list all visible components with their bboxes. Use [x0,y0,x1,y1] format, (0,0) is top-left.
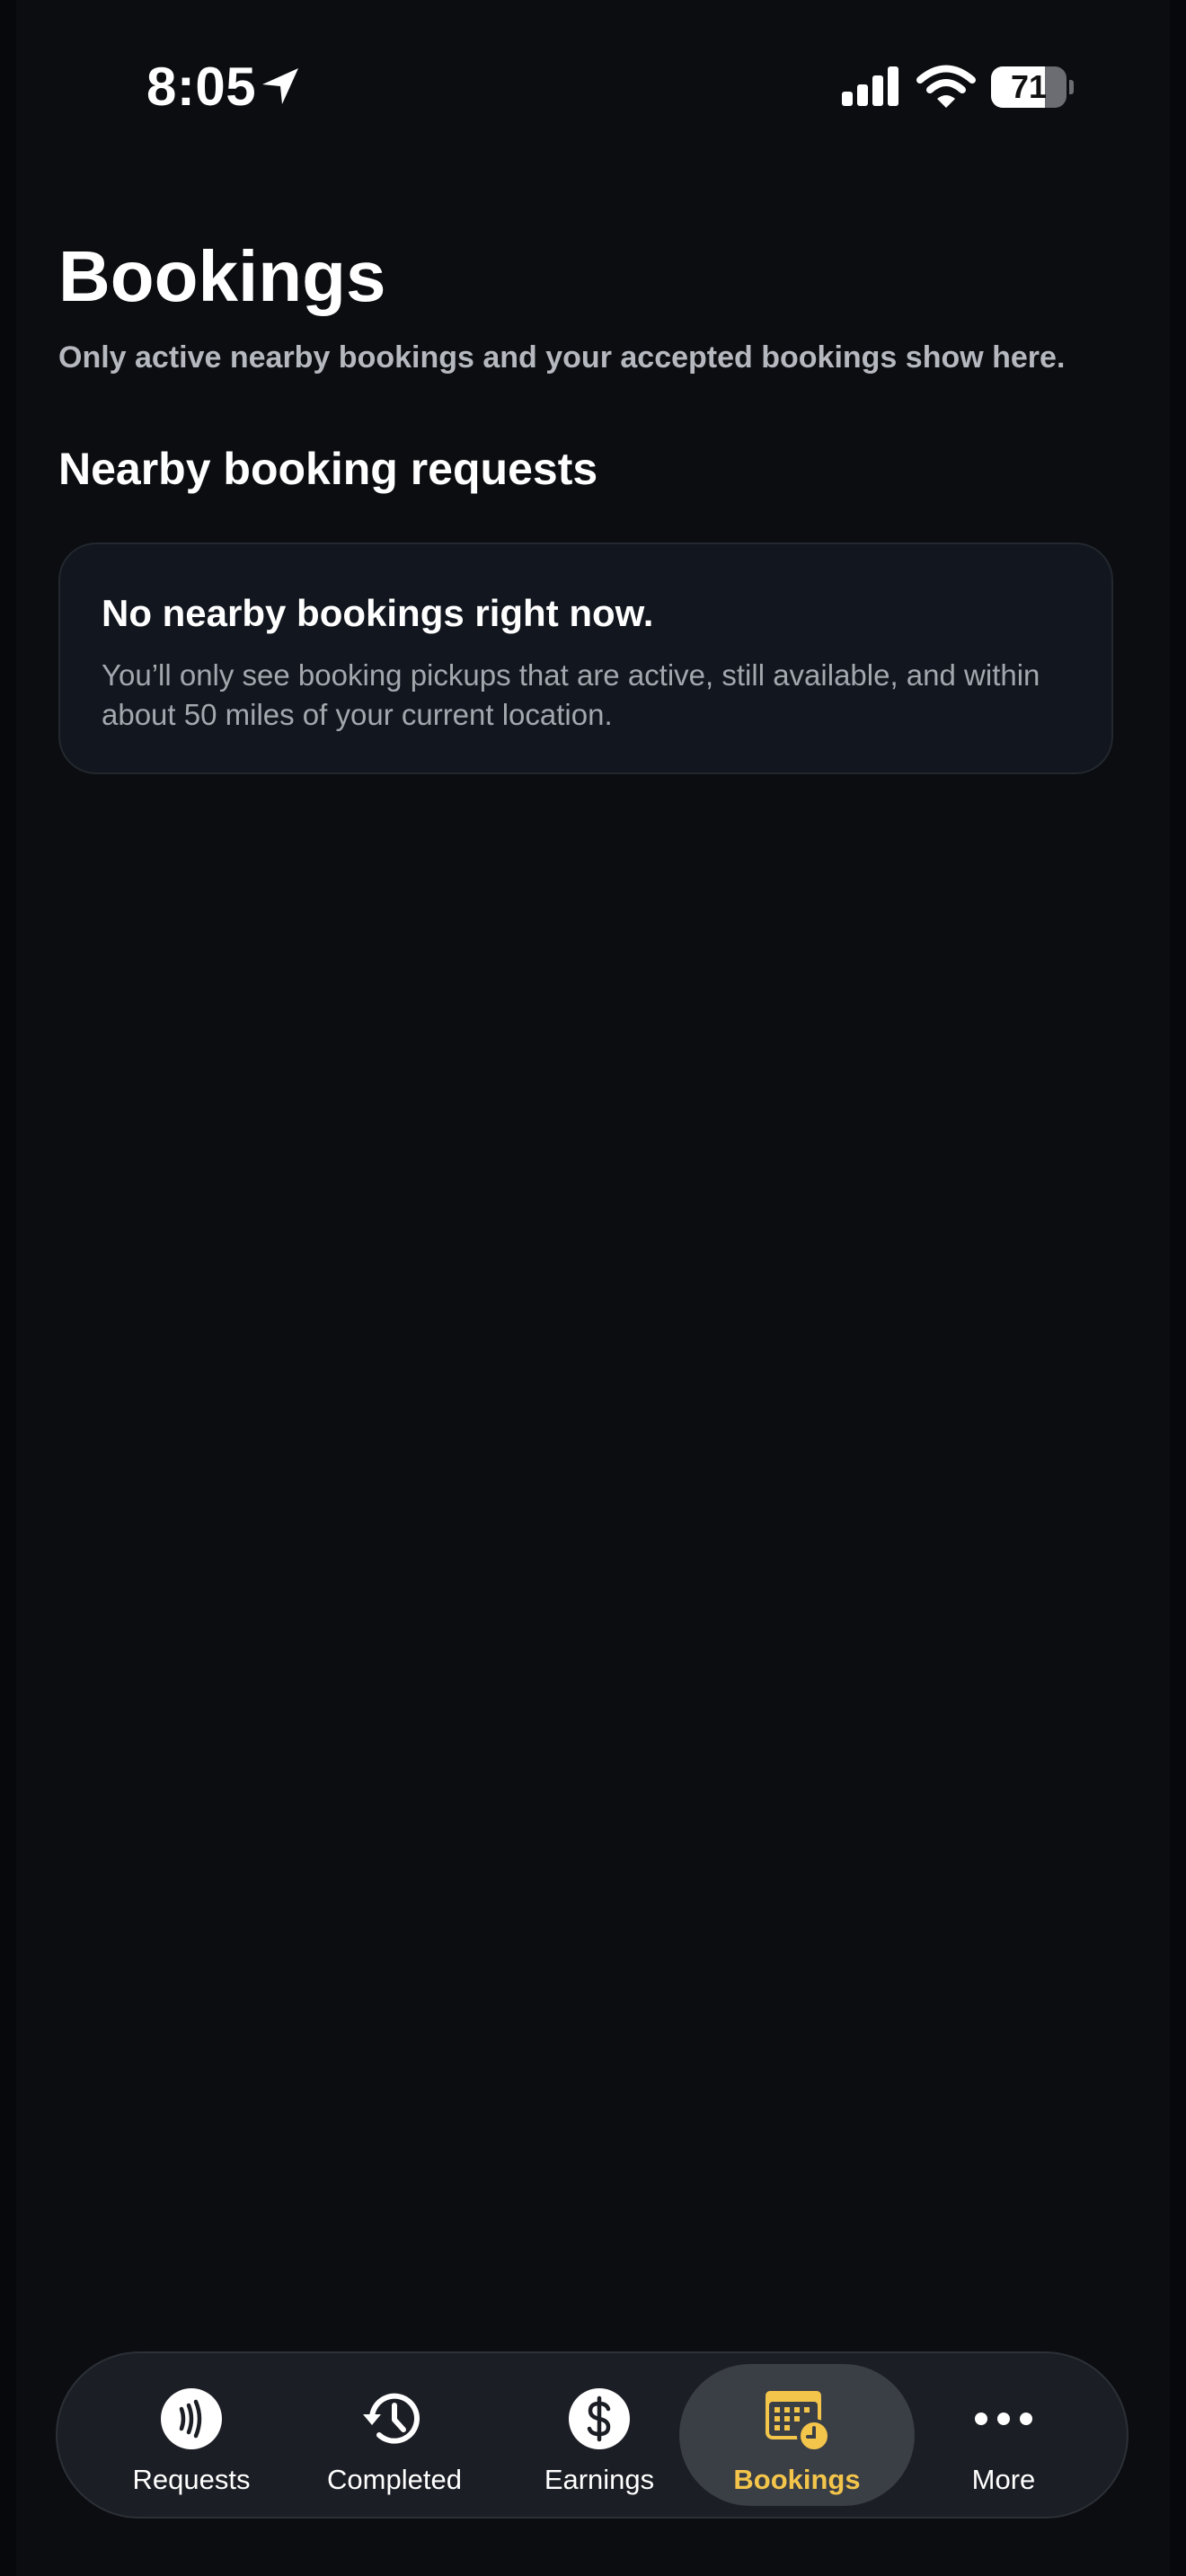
tab-more-label: More [971,2464,1036,2495]
more-dots-icon [975,2413,1032,2425]
battery-indicator: 71 [991,66,1074,108]
wifi-icon [916,65,976,108]
battery-cap [1069,80,1074,94]
empty-state-title: No nearby bookings right now. [102,592,654,634]
tab-more[interactable]: More [900,2364,1107,2506]
page-subtitle: Only active nearby bookings and your acc… [58,340,1066,375]
calendar-clock-icon [766,2391,831,2453]
battery-level-text: 71 [1010,68,1048,105]
battery-body: 71 [991,66,1067,108]
tab-earnings[interactable]: Earnings [496,2364,703,2506]
bookings-screen: 8:05 71 Bookings Only active nearby book… [0,0,1186,2576]
tab-bookings-label: Bookings [733,2464,861,2495]
empty-state-card: No nearby bookings right now. You’ll onl… [58,543,1113,774]
cellular-signal-icon [842,66,898,106]
empty-state-body: You’ll only see booking pickups that are… [102,658,1040,731]
tab-bookings[interactable]: Bookings [679,2364,915,2506]
tab-completed[interactable]: Completed [291,2364,498,2506]
contactless-icon [161,2388,222,2449]
location-arrow-icon [262,68,298,104]
dollar-icon [569,2388,630,2449]
tab-requests[interactable]: Requests [88,2364,295,2506]
status-time: 8:05 [146,57,257,117]
tab-requests-label: Requests [132,2464,251,2495]
tab-earnings-label: Earnings [544,2464,655,2495]
page-title: Bookings [58,236,386,316]
bottom-tab-bar: Requests Completed Earnings Bookings Mor… [56,2351,1128,2519]
history-icon [363,2393,420,2444]
tab-completed-label: Completed [327,2464,462,2495]
screen-edge-right [1170,0,1186,2576]
section-title-nearby-requests: Nearby booking requests [58,444,598,494]
screen-edge-left [0,0,16,2576]
